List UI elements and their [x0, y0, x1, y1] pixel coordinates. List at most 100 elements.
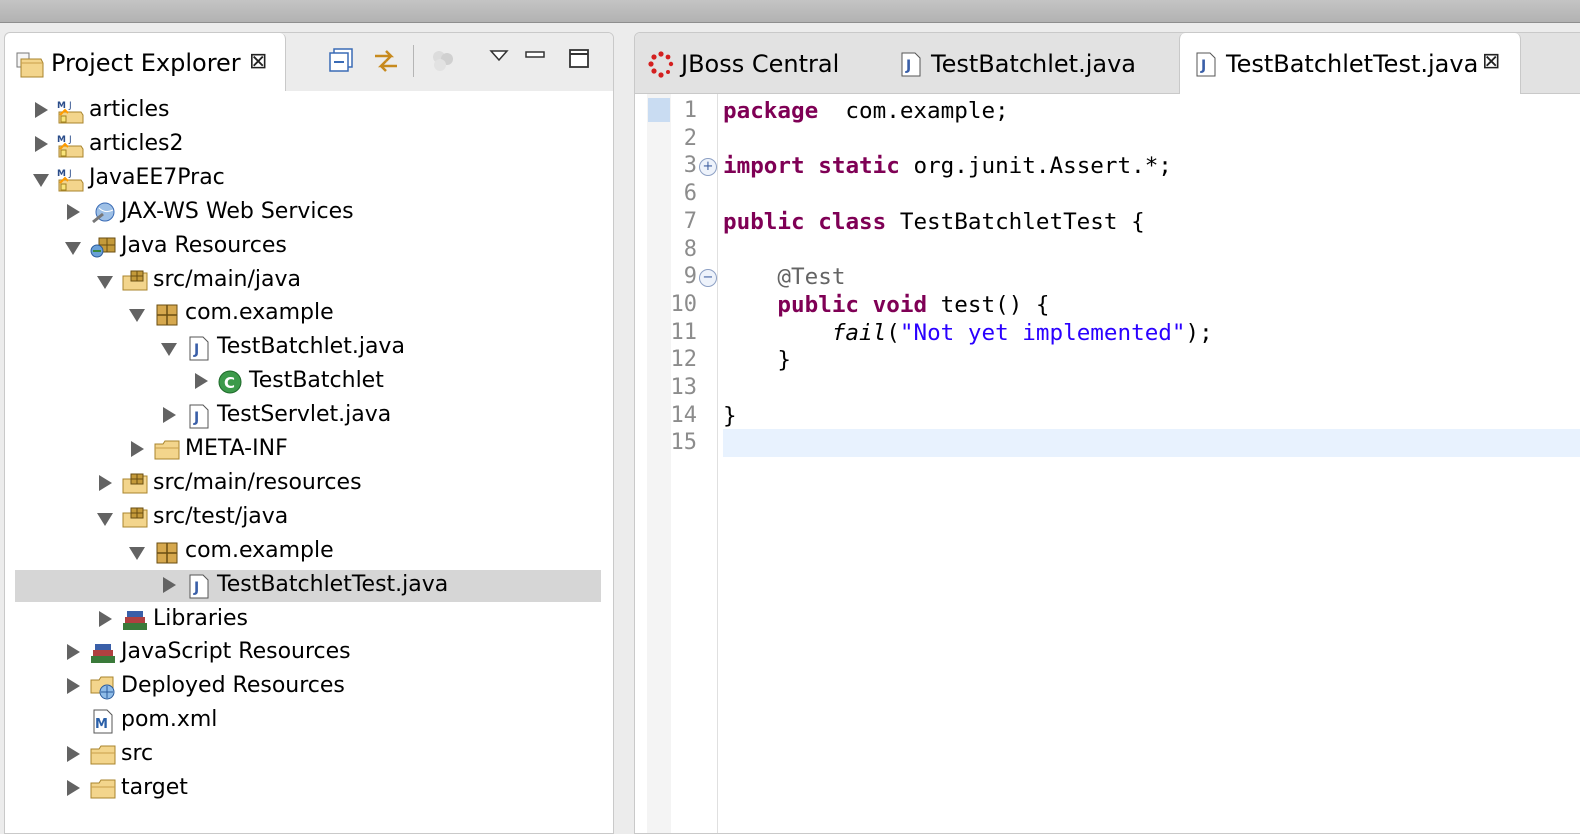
tree-item[interactable]: J TestServlet.java — [15, 400, 601, 432]
code-line[interactable]: import static org.junit.Assert.*; — [723, 152, 1580, 180]
folder-icon — [89, 742, 117, 768]
chevron-right-icon[interactable] — [163, 407, 176, 424]
tab-project-explorer[interactable]: Project Explorer ⊠ — [5, 33, 286, 91]
close-icon[interactable]: ⊠ — [1482, 49, 1500, 74]
tree-item-label: Java Resources — [121, 232, 287, 258]
code-token: package — [723, 98, 819, 124]
tree-item-label: src/test/java — [153, 503, 289, 529]
svg-text:J: J — [193, 580, 199, 596]
tree-item[interactable]: com.example — [15, 536, 601, 568]
link-with-editor-button[interactable] — [369, 41, 399, 75]
tree-item[interactable]: src/test/java — [15, 502, 601, 534]
tree-item[interactable]: J TestBatchlet.java — [15, 332, 601, 364]
disabled-action-button[interactable] — [427, 41, 457, 75]
code-line[interactable]: } — [723, 402, 1580, 430]
code-token: TestBatchletTest { — [886, 208, 1145, 235]
maven-pom-icon: M — [89, 708, 117, 734]
tree-item[interactable]: C TestBatchlet — [15, 366, 601, 398]
tree-item-label: src/main/java — [153, 266, 302, 292]
collapse-fold-icon[interactable]: − — [699, 269, 717, 288]
java-file-icon: J — [1192, 51, 1220, 81]
tab-jboss-central[interactable]: JBoss Central — [635, 33, 875, 93]
tree-item[interactable]: src/main/resources — [15, 468, 601, 500]
tab-label: TestBatchlet.java — [931, 50, 1137, 78]
code-line[interactable] — [723, 125, 1580, 153]
tree-item[interactable]: META-INF — [15, 434, 601, 466]
code-line[interactable] — [723, 374, 1580, 402]
close-icon[interactable]: ⊠ — [249, 49, 267, 74]
svg-text:J: J — [1200, 58, 1206, 74]
chevron-down-icon[interactable] — [33, 173, 49, 187]
chevron-right-icon[interactable] — [99, 610, 112, 627]
tree-item-label: JAX-WS Web Services — [121, 198, 354, 224]
tree-item[interactable]: Java Resources — [15, 231, 601, 263]
tree-item[interactable]: Libraries — [15, 604, 601, 636]
tab-testbatchlettest-java[interactable]: J TestBatchletTest.java ⊠ — [1179, 33, 1521, 94]
tree-item[interactable]: J TestBatchletTest.java — [15, 569, 601, 602]
project-explorer-title: Project Explorer — [51, 49, 241, 77]
svg-text:J: J — [68, 101, 72, 111]
source-folder-icon — [121, 471, 149, 497]
code-line[interactable]: public class TestBatchletTest { — [723, 208, 1580, 236]
chevron-right-icon[interactable] — [195, 373, 208, 390]
chevron-down-icon[interactable] — [97, 275, 113, 289]
chevron-right-icon[interactable] — [67, 644, 80, 661]
java-file-icon: J — [185, 335, 213, 361]
code-line[interactable] — [723, 429, 1580, 458]
chevron-right-icon[interactable] — [99, 474, 112, 491]
chevron-right-icon[interactable] — [67, 678, 80, 695]
tree-item[interactable]: M Jarticles — [15, 95, 601, 127]
chevron-right-icon[interactable] — [35, 102, 48, 118]
line-number: 15 — [670, 430, 698, 456]
chevron-down-icon[interactable] — [97, 512, 113, 526]
chevron-right-icon[interactable] — [67, 203, 80, 220]
code-token: } — [723, 347, 792, 374]
expand-fold-icon[interactable]: + — [699, 158, 717, 177]
chevron-right-icon[interactable] — [67, 746, 80, 763]
collapse-all-button[interactable] — [325, 41, 355, 75]
code-line[interactable] — [723, 180, 1580, 208]
tree-item[interactable]: JavaScript Resources — [15, 637, 601, 669]
code-token: class — [818, 208, 887, 235]
tree-item[interactable]: Deployed Resources — [15, 671, 601, 703]
code-token: public — [723, 208, 805, 235]
project-explorer-icon — [15, 51, 45, 83]
code-line[interactable]: package com.example; — [723, 97, 1580, 125]
annotation-ruler — [647, 94, 671, 833]
chevron-down-icon[interactable] — [129, 309, 145, 323]
editor-tabs: JBoss Central J TestBatchlet.java J TestBatc… — [635, 33, 1580, 94]
tree-item[interactable]: src — [15, 739, 601, 771]
tree-item[interactable]: JAX-WS Web Services — [15, 197, 601, 229]
line-number: 8 — [683, 236, 697, 262]
minimize-button[interactable] — [521, 41, 551, 75]
code-line[interactable] — [723, 236, 1580, 264]
tree-item-label: src — [121, 741, 154, 767]
chevron-right-icon[interactable] — [131, 441, 144, 457]
chevron-right-icon[interactable] — [67, 780, 80, 796]
chevron-right-icon[interactable] — [163, 576, 176, 593]
chevron-right-icon[interactable] — [35, 135, 48, 152]
code-token: import — [723, 153, 805, 180]
code-line[interactable]: @Test — [723, 263, 1580, 291]
view-menu-button[interactable] — [485, 41, 515, 75]
code-line[interactable]: } — [723, 346, 1580, 374]
maven-project-icon: MJ — [57, 166, 85, 192]
tab-testbatchlet-java[interactable]: J TestBatchlet.java — [885, 33, 1175, 93]
tree-item[interactable]: com.example — [15, 298, 601, 330]
editor-area: JBoss Central J TestBatchlet.java J TestBatc… — [634, 32, 1580, 834]
tree-item[interactable]: src/main/java — [15, 265, 601, 297]
code-line[interactable]: fail("Not yet implemented"); — [723, 319, 1580, 347]
maximize-button[interactable] — [565, 41, 595, 75]
chevron-down-icon[interactable] — [129, 546, 145, 560]
code-editor[interactable]: 1 2 3 +6 7 8 9−10 11 12 13 14 15 package com.exampl… — [635, 94, 1580, 833]
chevron-down-icon[interactable] — [161, 343, 177, 357]
tree-item[interactable]: target — [15, 773, 601, 805]
chevron-down-icon[interactable] — [65, 241, 81, 255]
code-line[interactable]: public void test() { — [723, 291, 1580, 319]
tree-item[interactable]: M Jarticles2 — [15, 129, 601, 161]
tree-item[interactable]: Mpom.xml — [15, 705, 601, 737]
jboss-central-icon — [647, 51, 675, 83]
tree-item[interactable]: M J JavaEE7Prac — [15, 163, 601, 195]
